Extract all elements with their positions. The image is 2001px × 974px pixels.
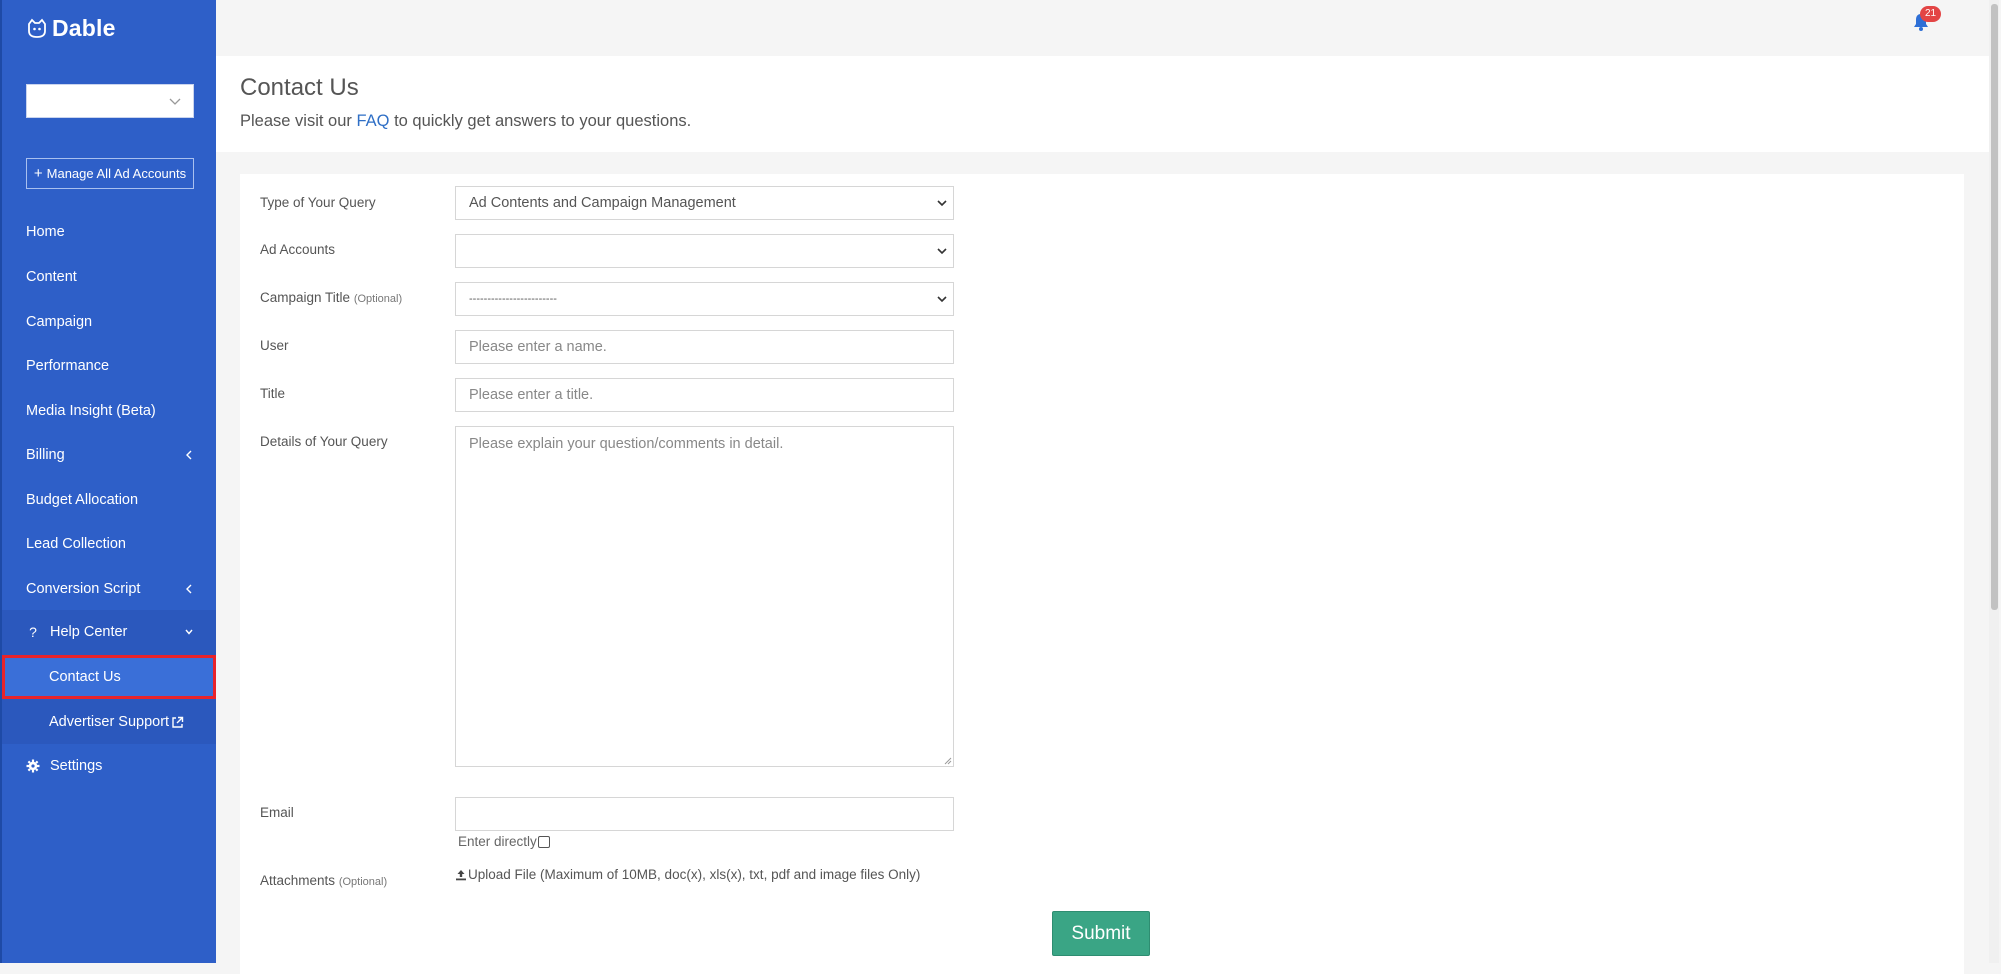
sidebar-item-contact-us[interactable]: Contact Us xyxy=(2,655,216,699)
optional-tag: (Optional) xyxy=(353,293,403,305)
subtitle-prefix: Please visit our xyxy=(240,112,357,130)
optional-tag: (Optional) xyxy=(338,876,388,888)
page-title: Contact Us xyxy=(240,74,359,101)
title-label: Title xyxy=(260,386,286,401)
upload-file-text: Upload File (Maximum of 10MB, doc(x), xl… xyxy=(468,867,921,882)
subtitle-suffix: to quickly get answers to your questions… xyxy=(389,112,692,130)
sidebar-item-settings[interactable]: Settings xyxy=(2,744,216,788)
user-label: User xyxy=(260,338,289,353)
query-type-select[interactable]: Ad Contents and Campaign Management xyxy=(455,186,954,220)
page-header: Contact Us Please visit our FAQ to quick… xyxy=(216,56,1989,152)
chevron-left-icon xyxy=(186,450,192,460)
campaign-title-value: ------------------------ xyxy=(469,293,557,305)
sidebar-item-content[interactable]: Content xyxy=(2,255,216,299)
plus-icon: + xyxy=(33,165,43,182)
scrollbar-thumb[interactable] xyxy=(1991,4,1998,610)
question-icon: ? xyxy=(29,624,37,640)
sidebar-item-performance[interactable]: Performance xyxy=(2,344,216,388)
enter-directly-option: Enter directly xyxy=(458,834,550,849)
chevron-down-icon xyxy=(937,200,947,207)
sidebar-item-label: Campaign xyxy=(26,314,93,330)
submit-button[interactable]: Submit xyxy=(1052,911,1150,956)
upload-file-link[interactable]: Upload File (Maximum of 10MB, doc(x), xl… xyxy=(455,867,920,882)
title-input[interactable]: Please enter a title. xyxy=(455,378,954,412)
ad-accounts-select[interactable] xyxy=(455,234,954,268)
user-placeholder: Please enter a name. xyxy=(469,339,607,355)
ad-account-select[interactable] xyxy=(26,84,194,118)
sidebar: Dable + Manage All Ad Accounts Home Cont… xyxy=(0,0,216,963)
upload-icon xyxy=(456,869,466,880)
sidebar-item-budget-allocation[interactable]: Budget Allocation xyxy=(2,478,216,522)
email-input[interactable] xyxy=(455,797,954,831)
attachments-label: Attachments (Optional) xyxy=(260,873,387,888)
faq-link[interactable]: FAQ xyxy=(356,112,389,130)
notification-count-badge: 21 xyxy=(1920,6,1941,22)
resize-grip-icon[interactable] xyxy=(944,757,952,765)
enter-directly-checkbox[interactable] xyxy=(537,835,550,848)
sidebar-item-campaign[interactable]: Campaign xyxy=(2,300,216,344)
user-input[interactable]: Please enter a name. xyxy=(455,330,954,364)
sidebar-item-help-center[interactable]: ? Help Center xyxy=(2,610,216,654)
chevron-down-icon xyxy=(169,98,181,105)
sidebar-item-media-insight[interactable]: Media Insight (Beta) xyxy=(2,389,216,433)
enter-directly-label: Enter directly xyxy=(458,834,537,849)
attachments-label-text: Attachments xyxy=(260,873,336,888)
manage-all-ad-accounts-label: Manage All Ad Accounts xyxy=(46,166,187,181)
sidebar-item-label: Advertiser Support xyxy=(49,714,170,730)
sidebar-item-label: Contact Us xyxy=(49,669,121,685)
campaign-title-label: Campaign Title (Optional) xyxy=(260,290,402,305)
ad-accounts-label: Ad Accounts xyxy=(260,242,336,257)
details-label: Details of Your Query xyxy=(260,434,388,449)
chevron-down-icon xyxy=(937,296,947,303)
sidebar-item-billing[interactable]: Billing xyxy=(2,433,216,477)
sidebar-item-label: Conversion Script xyxy=(26,581,141,597)
query-type-value: Ad Contents and Campaign Management xyxy=(469,195,736,211)
top-bar xyxy=(216,0,2001,56)
page-scrollbar[interactable] xyxy=(1989,0,1999,963)
page-subtitle: Please visit our FAQ to quickly get answ… xyxy=(240,112,691,131)
dable-logo[interactable]: Dable xyxy=(26,14,116,42)
campaign-title-label-text: Campaign Title xyxy=(260,290,351,305)
details-textarea[interactable]: Please explain your question/comments in… xyxy=(455,426,954,767)
brand-name: Dable xyxy=(52,14,116,41)
sidebar-item-conversion-script[interactable]: Conversion Script xyxy=(2,567,216,611)
sidebar-item-label: Budget Allocation xyxy=(26,492,139,508)
sidebar-item-label: Settings xyxy=(50,758,103,774)
chevron-down-icon xyxy=(937,248,947,255)
sidebar-item-label: Media Insight (Beta) xyxy=(26,403,156,419)
email-label: Email xyxy=(260,805,294,820)
sidebar-item-label: Performance xyxy=(26,358,110,374)
external-link-icon xyxy=(172,716,184,728)
manage-all-ad-accounts-button[interactable]: + Manage All Ad Accounts xyxy=(26,158,194,189)
campaign-title-select[interactable]: ------------------------ xyxy=(455,282,954,316)
sidebar-item-label: Lead Collection xyxy=(26,536,126,552)
contact-form: Type of Your Query Ad Contents and Campa… xyxy=(240,174,1964,974)
sidebar-item-label: Content xyxy=(26,269,77,285)
sidebar-item-home[interactable]: Home xyxy=(2,210,216,254)
sidebar-item-label: Home xyxy=(26,224,65,240)
sidebar-item-advertiser-support[interactable]: Advertiser Support xyxy=(2,700,216,744)
gear-icon xyxy=(26,759,40,773)
chevron-down-icon xyxy=(185,629,193,635)
sidebar-item-label: Billing xyxy=(26,447,65,463)
sidebar-item-label: Help Center xyxy=(50,624,128,640)
dable-logo-icon xyxy=(28,18,46,38)
query-type-label: Type of Your Query xyxy=(260,195,376,210)
title-placeholder: Please enter a title. xyxy=(469,387,594,403)
details-placeholder: Please explain your question/comments in… xyxy=(469,436,784,452)
chevron-left-icon xyxy=(186,584,192,594)
sidebar-item-lead-collection[interactable]: Lead Collection xyxy=(2,522,216,566)
